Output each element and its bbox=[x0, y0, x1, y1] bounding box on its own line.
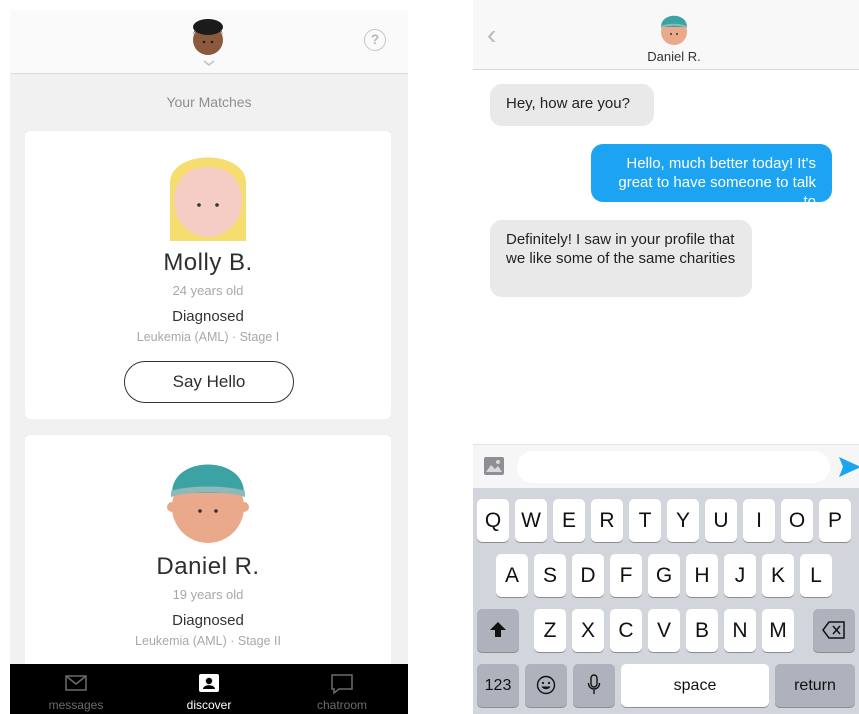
speech-bubble-icon bbox=[331, 674, 353, 695]
key-g[interactable]: G bbox=[648, 554, 680, 597]
key-k[interactable]: K bbox=[762, 554, 794, 597]
key-m[interactable]: M bbox=[762, 609, 794, 652]
tab-messages[interactable]: messages bbox=[16, 664, 136, 714]
key-h[interactable]: H bbox=[686, 554, 718, 597]
image-icon[interactable] bbox=[484, 457, 504, 475]
contact-name: Daniel R. bbox=[647, 49, 701, 64]
tab-label: messages bbox=[48, 698, 104, 712]
profile-card-icon bbox=[199, 674, 219, 692]
message-bubble-outgoing: Hello, much better today! It's great to … bbox=[591, 144, 832, 210]
shift-arrow-icon bbox=[490, 622, 506, 637]
diagnosed-label: Diagnosed bbox=[172, 612, 244, 629]
key-w[interactable]: W bbox=[515, 499, 547, 542]
numbers-key[interactable]: 123 bbox=[477, 664, 519, 707]
diagnosis-detail: Leukemia (AML) · Stage I bbox=[136, 330, 280, 344]
say-hello-button[interactable]: Say Hello bbox=[124, 361, 294, 403]
contact-avatar-icon[interactable] bbox=[658, 10, 690, 46]
tab-label: chatroom bbox=[316, 698, 368, 712]
shift-key[interactable] bbox=[477, 609, 519, 652]
key-q[interactable]: Q bbox=[477, 499, 509, 542]
space-key[interactable]: space bbox=[621, 664, 769, 707]
section-title: Your Matches bbox=[166, 94, 252, 110]
key-e[interactable]: E bbox=[553, 499, 585, 542]
key-f[interactable]: F bbox=[610, 554, 642, 597]
key-o[interactable]: O bbox=[781, 499, 813, 542]
key-i[interactable]: I bbox=[743, 499, 775, 542]
keyboard: Q W E R T Y U I O P A S D F G H J K L Z … bbox=[473, 488, 859, 714]
key-t[interactable]: T bbox=[629, 499, 661, 542]
chat-screen: ‹ Daniel R. Hey, how are you? Hello, muc… bbox=[473, 0, 859, 714]
tab-chatroom[interactable]: chatroom bbox=[282, 664, 402, 714]
key-l[interactable]: L bbox=[800, 554, 832, 597]
key-j[interactable]: J bbox=[724, 554, 756, 597]
chat-header: ‹ Daniel R. bbox=[473, 0, 859, 70]
match-name: Molly B. bbox=[163, 249, 253, 276]
diagnosed-label: Diagnosed bbox=[172, 308, 244, 325]
key-p[interactable]: P bbox=[819, 499, 851, 542]
message-input[interactable] bbox=[517, 451, 830, 483]
tab-discover[interactable]: discover bbox=[149, 664, 269, 714]
key-z[interactable]: Z bbox=[534, 609, 566, 652]
message-bubble-incoming: Definitely! I saw in your profile that w… bbox=[490, 220, 752, 297]
message-bubble-incoming: Hey, how are you? bbox=[490, 84, 654, 126]
emoji-icon bbox=[536, 675, 556, 695]
matches-screen: ? Your Matches Molly B. 24 years old Dia… bbox=[10, 10, 408, 714]
key-s[interactable]: S bbox=[534, 554, 566, 597]
match-name: Daniel R. bbox=[156, 553, 260, 580]
envelope-icon bbox=[65, 675, 87, 691]
diagnosis-detail: Leukemia (AML) · Stage II bbox=[135, 634, 281, 648]
match-card[interactable]: Molly B. 24 years old Diagnosed Leukemia… bbox=[25, 131, 391, 419]
send-icon[interactable] bbox=[839, 457, 859, 477]
back-chevron-icon[interactable]: ‹ bbox=[487, 21, 496, 49]
return-key[interactable]: return bbox=[775, 664, 855, 707]
key-u[interactable]: U bbox=[705, 499, 737, 542]
key-y[interactable]: Y bbox=[667, 499, 699, 542]
key-a[interactable]: A bbox=[496, 554, 528, 597]
key-x[interactable]: X bbox=[572, 609, 604, 652]
key-v[interactable]: V bbox=[648, 609, 680, 652]
match-age: 24 years old bbox=[172, 283, 244, 298]
chevron-down-icon[interactable] bbox=[201, 58, 217, 68]
tab-bar: messages discover chatroom bbox=[10, 664, 408, 714]
backspace-icon bbox=[822, 621, 845, 639]
help-icon[interactable]: ? bbox=[364, 29, 386, 51]
key-n[interactable]: N bbox=[724, 609, 756, 652]
emoji-key[interactable] bbox=[525, 664, 567, 707]
girl-blonde-avatar bbox=[170, 157, 246, 241]
dictation-key[interactable] bbox=[573, 664, 615, 707]
key-d[interactable]: D bbox=[572, 554, 604, 597]
user-avatar-icon[interactable] bbox=[191, 18, 225, 56]
key-c[interactable]: C bbox=[610, 609, 642, 652]
boy-cap-avatar bbox=[167, 464, 249, 543]
tab-label: discover bbox=[186, 698, 232, 712]
top-bar: ? bbox=[10, 10, 408, 74]
message-composer bbox=[473, 444, 859, 488]
key-r[interactable]: R bbox=[591, 499, 623, 542]
delete-key[interactable] bbox=[813, 609, 855, 652]
match-age: 19 years old bbox=[172, 587, 244, 602]
key-b[interactable]: B bbox=[686, 609, 718, 652]
microphone-icon bbox=[587, 674, 601, 694]
